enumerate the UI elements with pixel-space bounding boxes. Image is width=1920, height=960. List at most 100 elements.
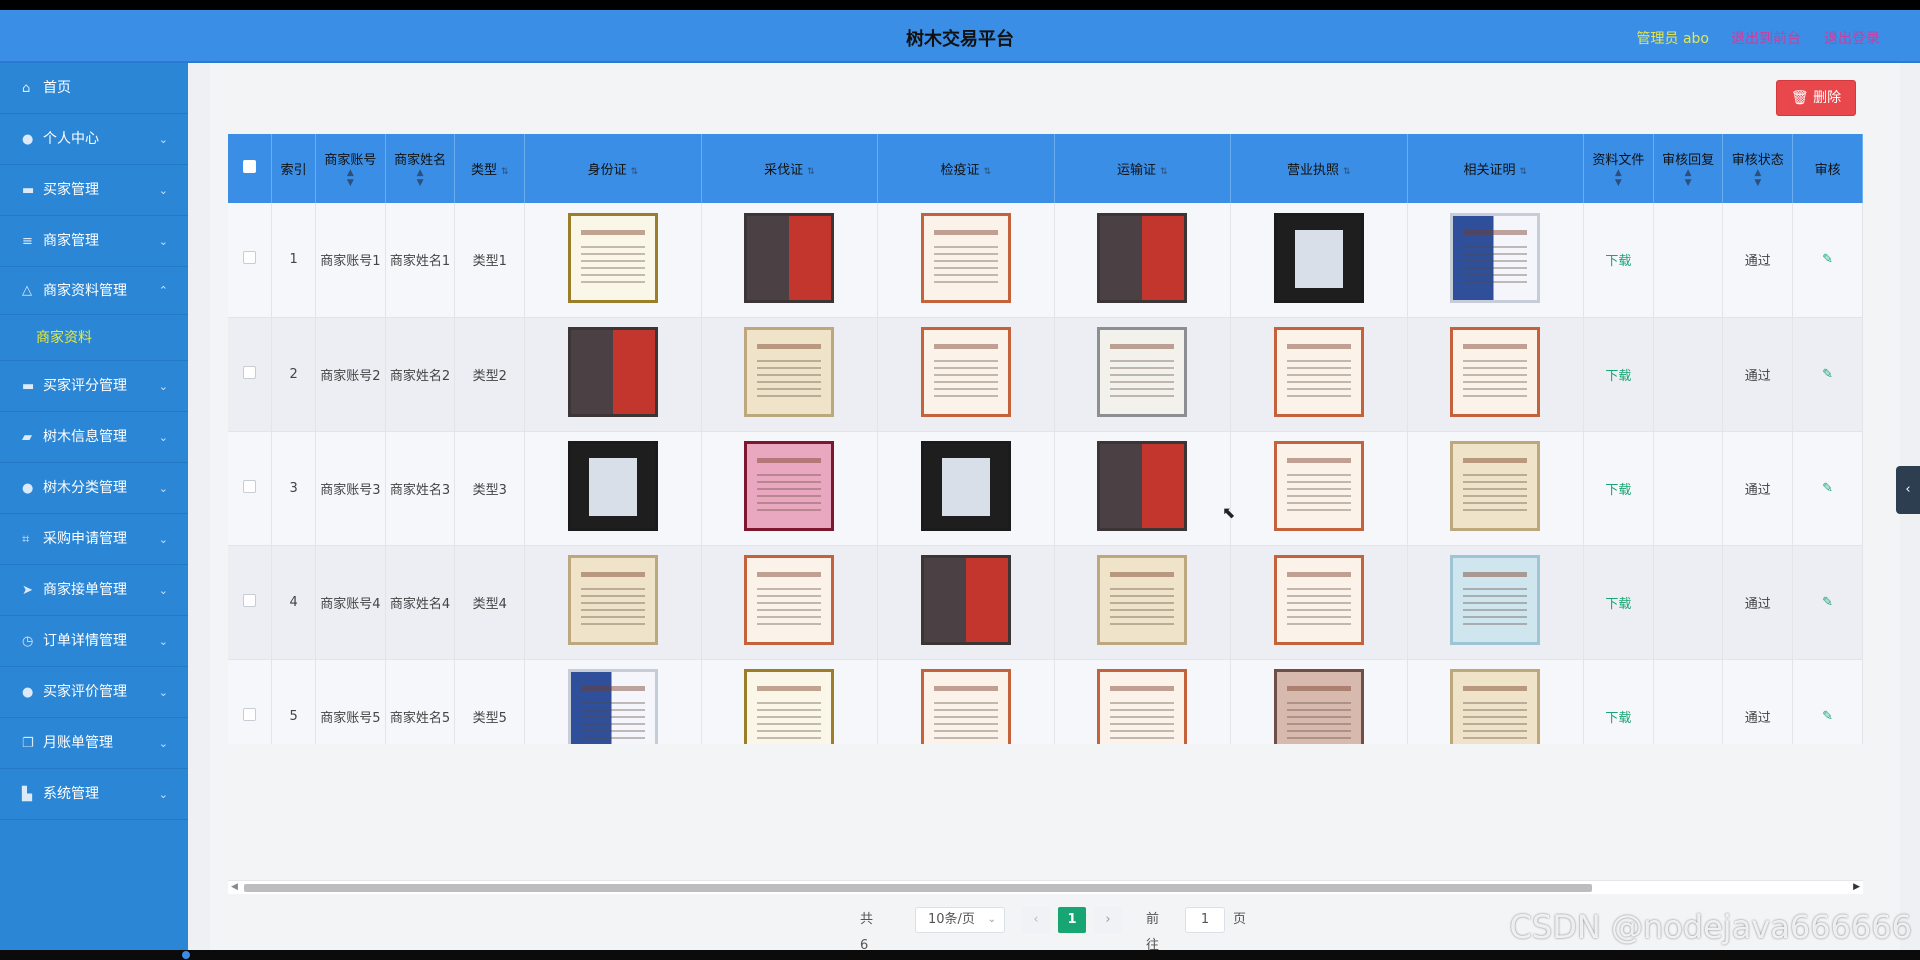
sidebar-item[interactable]: ● 个人中心 ⌄ bbox=[0, 114, 188, 165]
sort-icon[interactable]: ▲ ▼ bbox=[1654, 168, 1723, 188]
sidebar-item[interactable]: ▬ 买家管理 ⌄ bbox=[0, 165, 188, 216]
id-card-image[interactable] bbox=[567, 212, 658, 303]
select-all-checkbox[interactable] bbox=[243, 160, 257, 173]
sidebar-item[interactable]: ● 买家评价管理 ⌄ bbox=[0, 667, 188, 718]
download-link[interactable]: 下载 bbox=[1605, 254, 1631, 269]
transport-permit-image[interactable] bbox=[1097, 212, 1188, 303]
col-status[interactable]: 审核状态 ▲ ▼ bbox=[1722, 134, 1794, 203]
edit-icon[interactable]: ✎ bbox=[1822, 367, 1833, 382]
scroll-right-icon[interactable]: ▶ bbox=[1853, 882, 1860, 892]
logging-permit-image[interactable] bbox=[744, 555, 835, 645]
business-license-image[interactable] bbox=[1273, 555, 1364, 645]
sort-icon[interactable]: ⇅ bbox=[1520, 167, 1528, 177]
business-license-image[interactable] bbox=[1273, 327, 1364, 417]
page-number-button[interactable]: 1 bbox=[1058, 907, 1086, 933]
id-card-image[interactable] bbox=[567, 327, 658, 417]
horizontal-scrollbar[interactable]: ◀ ▶ bbox=[228, 880, 1863, 894]
sidebar-item[interactable]: ◷ 订单详情管理 ⌄ bbox=[0, 616, 188, 667]
sidebar-item[interactable]: ⌗ 采购申请管理 ⌄ bbox=[0, 514, 188, 565]
sidebar-subitem-merchant-info[interactable]: 商家资料 bbox=[0, 315, 188, 361]
scroll-left-icon[interactable]: ◀ bbox=[231, 882, 238, 892]
exit-to-front-link[interactable]: 退出到前台 bbox=[1731, 28, 1801, 48]
sidebar-item[interactable]: ⌂ 首页 bbox=[0, 63, 188, 114]
sidebar-item[interactable]: ➤ 商家接单管理 ⌄ bbox=[0, 565, 188, 616]
col-id-card[interactable]: 身份证 ⇅ bbox=[524, 134, 702, 203]
sort-icon[interactable]: ⇅ bbox=[807, 167, 815, 177]
sidebar-item[interactable]: ≡ 商家管理 ⌄ bbox=[0, 216, 188, 267]
sort-icon[interactable]: ⇅ bbox=[1343, 167, 1351, 177]
sidebar-item[interactable]: ▰ 树木信息管理 ⌄ bbox=[0, 412, 188, 463]
page-suffix: 页 bbox=[1233, 912, 1247, 927]
sort-icon[interactable]: ⇅ bbox=[501, 167, 509, 177]
col-quarantine[interactable]: 检疫证 ⇅ bbox=[877, 134, 1055, 203]
col-reply[interactable]: 审核回复 ▲ ▼ bbox=[1653, 134, 1724, 203]
transport-permit-image[interactable] bbox=[1097, 327, 1188, 417]
logout-link[interactable]: 退出登录 bbox=[1824, 28, 1880, 48]
sort-icon[interactable]: ▲ ▼ bbox=[386, 168, 455, 188]
side-panel-toggle[interactable]: ‹ bbox=[1896, 466, 1920, 514]
related-proof-image[interactable] bbox=[1450, 555, 1541, 645]
quarantine-cert-image[interactable] bbox=[920, 555, 1011, 645]
edit-icon[interactable]: ✎ bbox=[1822, 252, 1833, 267]
col-files[interactable]: 资料文件 ▲ ▼ bbox=[1583, 134, 1654, 203]
sidebar-item[interactable]: △ 商家资料管理 ⌃ bbox=[0, 267, 188, 315]
row-checkbox[interactable] bbox=[243, 707, 257, 721]
sidebar-item[interactable]: ❐ 月账单管理 ⌄ bbox=[0, 718, 188, 769]
col-related[interactable]: 相关证明 ⇅ bbox=[1407, 134, 1585, 203]
chevron-icon: ⌄ bbox=[158, 380, 168, 393]
related-proof-image[interactable] bbox=[1450, 669, 1541, 744]
logging-permit-image[interactable] bbox=[744, 212, 835, 303]
business-license-image[interactable] bbox=[1273, 441, 1364, 531]
business-license-image[interactable] bbox=[1273, 212, 1364, 303]
logging-permit-image[interactable] bbox=[744, 441, 835, 531]
id-card-image[interactable] bbox=[567, 555, 658, 645]
sidebar-item[interactable]: ▙ 系统管理 ⌄ bbox=[0, 769, 188, 820]
quarantine-cert-image[interactable] bbox=[920, 669, 1011, 744]
sidebar-item[interactable]: ● 树木分类管理 ⌄ bbox=[0, 463, 188, 514]
row-checkbox[interactable] bbox=[243, 251, 257, 265]
row-checkbox[interactable] bbox=[243, 593, 257, 607]
related-proof-image[interactable] bbox=[1450, 212, 1541, 303]
edit-icon[interactable]: ✎ bbox=[1822, 709, 1833, 724]
edit-icon[interactable]: ✎ bbox=[1822, 595, 1833, 610]
prev-page-button[interactable]: ‹ bbox=[1022, 907, 1050, 933]
col-transport[interactable]: 运输证 ⇅ bbox=[1054, 134, 1232, 203]
quarantine-cert-image[interactable] bbox=[920, 212, 1011, 303]
col-name[interactable]: 商家姓名 ▲ ▼ bbox=[385, 134, 456, 203]
quarantine-cert-image[interactable] bbox=[920, 441, 1011, 531]
sort-icon[interactable]: ▲ ▼ bbox=[1584, 168, 1653, 188]
related-proof-image[interactable] bbox=[1450, 441, 1541, 531]
row-checkbox[interactable] bbox=[243, 479, 257, 493]
col-logging[interactable]: 采伐证 ⇅ bbox=[701, 134, 879, 203]
sort-icon[interactable]: ⇅ bbox=[1160, 167, 1168, 177]
business-license-image[interactable] bbox=[1273, 669, 1364, 744]
sidebar-item[interactable]: ▬ 买家评分管理 ⌄ bbox=[0, 361, 188, 412]
transport-permit-image[interactable] bbox=[1097, 555, 1188, 645]
page-size-select[interactable]: 10条/页 ⌄ bbox=[915, 907, 1005, 933]
download-link[interactable]: 下载 bbox=[1605, 369, 1631, 384]
id-card-image[interactable] bbox=[567, 441, 658, 531]
scrollbar-thumb[interactable] bbox=[244, 884, 1592, 892]
edit-icon[interactable]: ✎ bbox=[1822, 481, 1833, 496]
download-link[interactable]: 下载 bbox=[1605, 483, 1631, 498]
sort-icon[interactable]: ⇅ bbox=[984, 167, 992, 177]
logging-permit-image[interactable] bbox=[744, 669, 835, 744]
quarantine-cert-image[interactable] bbox=[920, 327, 1011, 417]
logging-permit-image[interactable] bbox=[744, 327, 835, 417]
related-proof-image[interactable] bbox=[1450, 327, 1541, 417]
col-account[interactable]: 商家账号 ▲ ▼ bbox=[315, 134, 386, 203]
sort-icon[interactable]: ⇅ bbox=[631, 167, 639, 177]
id-card-image[interactable] bbox=[567, 669, 658, 744]
delete-button[interactable]: 🗑 删除 bbox=[1776, 80, 1856, 116]
sort-icon[interactable]: ▲ ▼ bbox=[316, 168, 385, 188]
row-checkbox[interactable] bbox=[243, 365, 257, 379]
transport-permit-image[interactable] bbox=[1097, 669, 1188, 744]
col-type[interactable]: 类型 ⇅ bbox=[454, 134, 526, 203]
next-page-button[interactable]: › bbox=[1094, 907, 1122, 933]
sort-icon[interactable]: ▲ ▼ bbox=[1723, 168, 1792, 188]
goto-page-input[interactable]: 1 bbox=[1185, 907, 1225, 933]
download-link[interactable]: 下载 bbox=[1605, 597, 1631, 612]
transport-permit-image[interactable] bbox=[1097, 441, 1188, 531]
download-link[interactable]: 下载 bbox=[1605, 711, 1631, 726]
col-license[interactable]: 营业执照 ⇅ bbox=[1230, 134, 1408, 203]
